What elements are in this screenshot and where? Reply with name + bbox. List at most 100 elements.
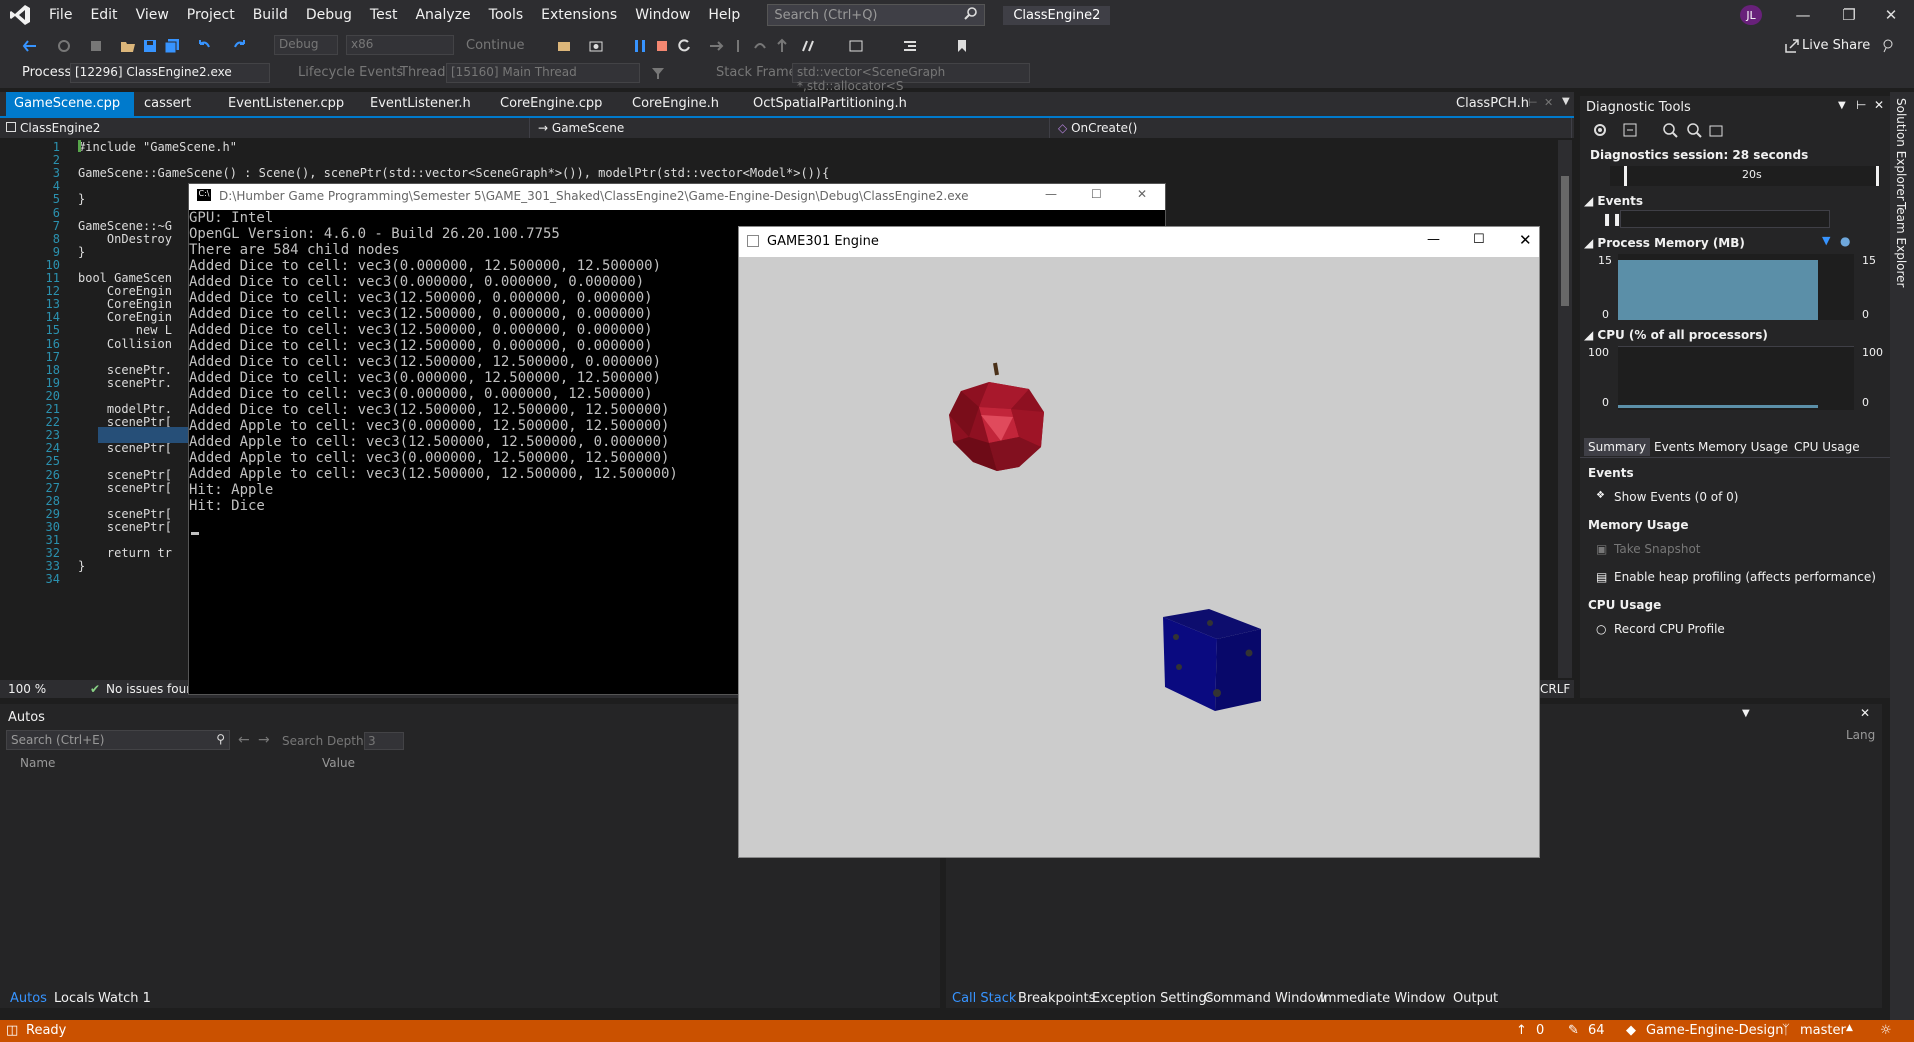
game-window[interactable]: GAME301 Engine — ☐ ✕ [738, 226, 1540, 858]
repository-name[interactable]: Game-Engine-Design [1646, 1023, 1784, 1038]
process-memory-header[interactable]: ◢ Process Memory (MB) [1584, 236, 1745, 250]
zoom-in-icon[interactable] [1662, 122, 1678, 138]
apple-model[interactable] [949, 362, 1044, 471]
close-tab-icon[interactable]: ✕ [1544, 96, 1553, 109]
tab-output[interactable]: Output [1453, 991, 1498, 1006]
show-next-statement-icon[interactable] [556, 38, 572, 54]
stop-debugging-icon[interactable] [654, 38, 670, 54]
visual-studio-logo-icon[interactable] [0, 0, 40, 30]
tab-eventlistener-h[interactable]: EventListener.h [362, 92, 479, 116]
tab-watch-1[interactable]: Watch 1 [98, 991, 151, 1006]
code-line[interactable]: #include "GameScene.h" [78, 140, 237, 154]
tab-gamescene-cpp[interactable]: GameScene.cpp ⊢ ✕ [6, 92, 134, 134]
heap-profiling-button[interactable]: Enable heap profiling (affects performan… [1614, 570, 1876, 584]
dropdown-icon[interactable]: ▼ [1838, 100, 1846, 111]
zoom-level[interactable]: 100 % [8, 682, 46, 696]
menu-build[interactable]: Build [244, 0, 297, 30]
menu-extensions[interactable]: Extensions [532, 0, 626, 30]
console-titlebar[interactable]: C:\ D:\Humber Game Programming\Semester … [189, 184, 1165, 210]
code-line[interactable]: scenePtr. [78, 376, 172, 390]
code-line[interactable]: scenePtr[ [78, 520, 172, 534]
camera-icon[interactable] [588, 38, 604, 54]
tab-overflow-icon[interactable]: ▼ [1562, 96, 1570, 107]
tab-locals[interactable]: Locals [54, 991, 94, 1006]
vertical-scrollbar[interactable] [1558, 140, 1572, 678]
tab-memory-usage[interactable]: Memory Usage [1698, 440, 1788, 454]
tab-cassert[interactable]: cassert [136, 92, 199, 116]
hex-display-icon[interactable] [800, 38, 816, 54]
pin-icon[interactable]: ⊢ [1528, 96, 1538, 109]
search-icon[interactable]: ⚲ [216, 732, 225, 746]
member-select[interactable]: ◇ OnCreate() [1052, 118, 1572, 138]
avatar[interactable]: JL [1740, 5, 1762, 25]
cpu-header[interactable]: ◢ CPU (% of all processors) [1584, 328, 1768, 342]
code-line[interactable]: } [78, 245, 85, 259]
timeline-start-marker[interactable] [1624, 166, 1627, 186]
tab-eventlistener-cpp[interactable]: EventListener.cpp [220, 92, 352, 116]
save-all-icon[interactable] [164, 38, 180, 54]
tab-breakpoints[interactable]: Breakpoints [1018, 991, 1095, 1006]
game-titlebar[interactable]: GAME301 Engine — ☐ ✕ [739, 227, 1539, 257]
process-select[interactable]: [12296] ClassEngine2.exe [70, 63, 270, 83]
code-line[interactable]: new L [78, 323, 172, 337]
record-cpu-profile-button[interactable]: Record CPU Profile [1614, 622, 1725, 636]
tab-immediate-window[interactable]: Immediate Window [1320, 991, 1445, 1006]
timeline-ruler[interactable]: 20s [1610, 166, 1880, 186]
restart-icon[interactable] [676, 38, 692, 54]
close-icon[interactable]: ✕ [1519, 231, 1532, 249]
forward-icon[interactable] [56, 38, 72, 54]
timeline-end-marker[interactable] [1876, 166, 1879, 186]
break-all-icon[interactable] [632, 38, 648, 54]
tab-summary[interactable]: Summary [1584, 438, 1650, 456]
branch-menu-icon[interactable]: ▲ [1846, 1023, 1853, 1033]
maximize-icon[interactable]: ☐ [1473, 232, 1485, 247]
notifications-icon[interactable]: ☼ [1880, 1023, 1892, 1038]
column-name[interactable]: Name [20, 756, 55, 770]
export-icon[interactable] [1622, 122, 1638, 138]
take-snapshot-button[interactable]: Take Snapshot [1614, 542, 1701, 556]
menu-file[interactable]: File [40, 0, 81, 30]
code-line[interactable]: scenePtr[ [78, 441, 172, 455]
thread-select[interactable]: [15160] Main Thread [446, 63, 640, 83]
dropdown-icon[interactable]: ▼ [1742, 708, 1750, 719]
bookmark-icon[interactable] [954, 38, 970, 54]
search-depth-select[interactable]: 3 [364, 732, 404, 750]
unpushed-commits-count[interactable]: 0 [1536, 1023, 1544, 1038]
step-out-icon[interactable] [774, 38, 790, 54]
tab-cpu-usage[interactable]: CPU Usage [1794, 440, 1860, 454]
tab-octspatialpartitioning-h[interactable]: OctSpatialPartitioning.h [745, 92, 915, 116]
code-line[interactable]: OnDestroy [78, 232, 172, 246]
tab-coreengine-cpp[interactable]: CoreEngine.cpp [492, 92, 610, 116]
redo-icon[interactable] [232, 38, 248, 54]
menu-edit[interactable]: Edit [81, 0, 126, 30]
project-select[interactable]: ClassEngine2 [0, 118, 530, 138]
live-share-icon[interactable] [1784, 38, 1800, 54]
tab-call-stack[interactable]: Call Stack [952, 991, 1016, 1006]
events-header[interactable]: ◢ Events [1584, 194, 1643, 208]
close-icon[interactable]: ✕ [1137, 187, 1147, 201]
code-line[interactable]: bool GameScen [78, 271, 172, 285]
step-back-icon[interactable] [752, 38, 768, 54]
code-line[interactable]: GameScene::GameScene() : Scene(), sceneP… [78, 166, 829, 180]
minimize-icon[interactable]: — [1045, 187, 1057, 201]
scope-select[interactable]: → GameScene [532, 118, 1050, 138]
code-line[interactable]: return tr [78, 546, 172, 560]
code-line[interactable]: scenePtr. [78, 363, 172, 377]
tab-exception-settings[interactable]: Exception Settings [1092, 991, 1213, 1006]
restore-icon[interactable]: ❐ [1826, 0, 1872, 30]
changes-count[interactable]: 64 [1588, 1023, 1605, 1038]
save-icon[interactable] [142, 38, 158, 54]
filter-icon[interactable] [650, 65, 666, 81]
code-line[interactable]: scenePtr[ [78, 481, 172, 495]
code-line[interactable]: scenePtr[ [78, 468, 172, 482]
team-explorer-tab[interactable]: Team Explorer [1894, 202, 1908, 288]
code-line[interactable]: CoreEngin [78, 310, 172, 324]
column-value[interactable]: Value [322, 756, 355, 770]
show-events-link[interactable]: Show Events (0 of 0) [1614, 490, 1738, 504]
zoom-out-icon[interactable] [1686, 122, 1702, 138]
menu-debug[interactable]: Debug [297, 0, 361, 30]
tab-events[interactable]: Events [1654, 440, 1695, 454]
tab-autos[interactable]: Autos [10, 991, 47, 1006]
code-line[interactable]: } [78, 559, 85, 573]
branch-name[interactable]: master [1800, 1023, 1846, 1038]
